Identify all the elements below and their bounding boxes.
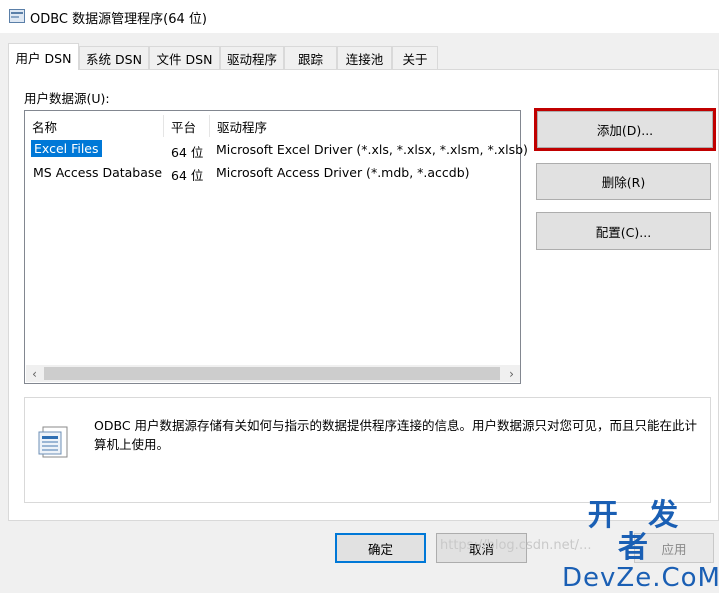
scroll-right-icon[interactable]: ›: [503, 365, 520, 382]
tab-drivers[interactable]: 驱动程序: [220, 46, 284, 69]
tab-user-dsn[interactable]: 用户 DSN: [8, 43, 79, 70]
data-source-icon: [38, 426, 68, 458]
brand-english: DevZe.CoM: [562, 563, 719, 593]
list-item-platform: 64 位: [171, 145, 204, 160]
list-item-driver: Microsoft Excel Driver (*.xls, *.xlsx, *…: [216, 142, 528, 157]
list-item-name: MS Access Database: [33, 165, 163, 180]
horizontal-scrollbar[interactable]: ‹ ›: [26, 365, 520, 382]
window-title: ODBC 数据源管理程序(64 位): [30, 12, 207, 27]
add-button[interactable]: 添加(D)...: [534, 108, 716, 151]
ok-button[interactable]: 确定: [335, 533, 426, 563]
scroll-left-icon[interactable]: ‹: [26, 365, 43, 382]
column-header-platform[interactable]: 平台: [164, 115, 210, 137]
info-description: ODBC 用户数据源存储有关如何与指示的数据提供程序连接的信息。用户数据源只对您…: [94, 418, 698, 452]
info-box: ODBC 用户数据源存储有关如何与指示的数据提供程序连接的信息。用户数据源只对您…: [24, 397, 711, 503]
list-header: 名称 平台 驱动程序: [25, 111, 520, 137]
user-sources-label: 用户数据源(U):: [24, 91, 110, 106]
column-header-driver[interactable]: 驱动程序: [210, 115, 520, 137]
column-header-name[interactable]: 名称: [25, 115, 164, 137]
list-item-name: Excel Files: [31, 140, 102, 157]
list-item-platform: 64 位: [171, 168, 204, 183]
list-item[interactable]: Excel Files 64 位 Microsoft Excel Driver …: [25, 140, 528, 162]
brand-chinese: 开 发 者: [587, 498, 689, 565]
tab-tracing[interactable]: 跟踪: [284, 46, 337, 69]
odbc-app-icon: [9, 9, 25, 23]
list-item[interactable]: MS Access Database 64 位 Microsoft Access…: [25, 163, 520, 185]
user-sources-list[interactable]: 名称 平台 驱动程序 Excel Files 64 位 Microsoft Ex…: [24, 110, 528, 384]
tab-file-dsn[interactable]: 文件 DSN: [149, 46, 220, 69]
tab-connection-pooling[interactable]: 连接池: [337, 46, 392, 69]
tab-system-dsn[interactable]: 系统 DSN: [79, 46, 149, 69]
scrollbar-thumb[interactable]: [44, 367, 500, 380]
tab-about[interactable]: 关于: [392, 46, 438, 69]
brand-watermark: 开 发 者 DevZe.CoM: [562, 498, 719, 593]
remove-button[interactable]: 删除(R): [536, 163, 711, 200]
title-bar: ODBC 数据源管理程序(64 位): [0, 0, 719, 33]
configure-button[interactable]: 配置(C)...: [536, 212, 711, 250]
list-item-driver: Microsoft Access Driver (*.mdb, *.accdb): [216, 165, 470, 180]
